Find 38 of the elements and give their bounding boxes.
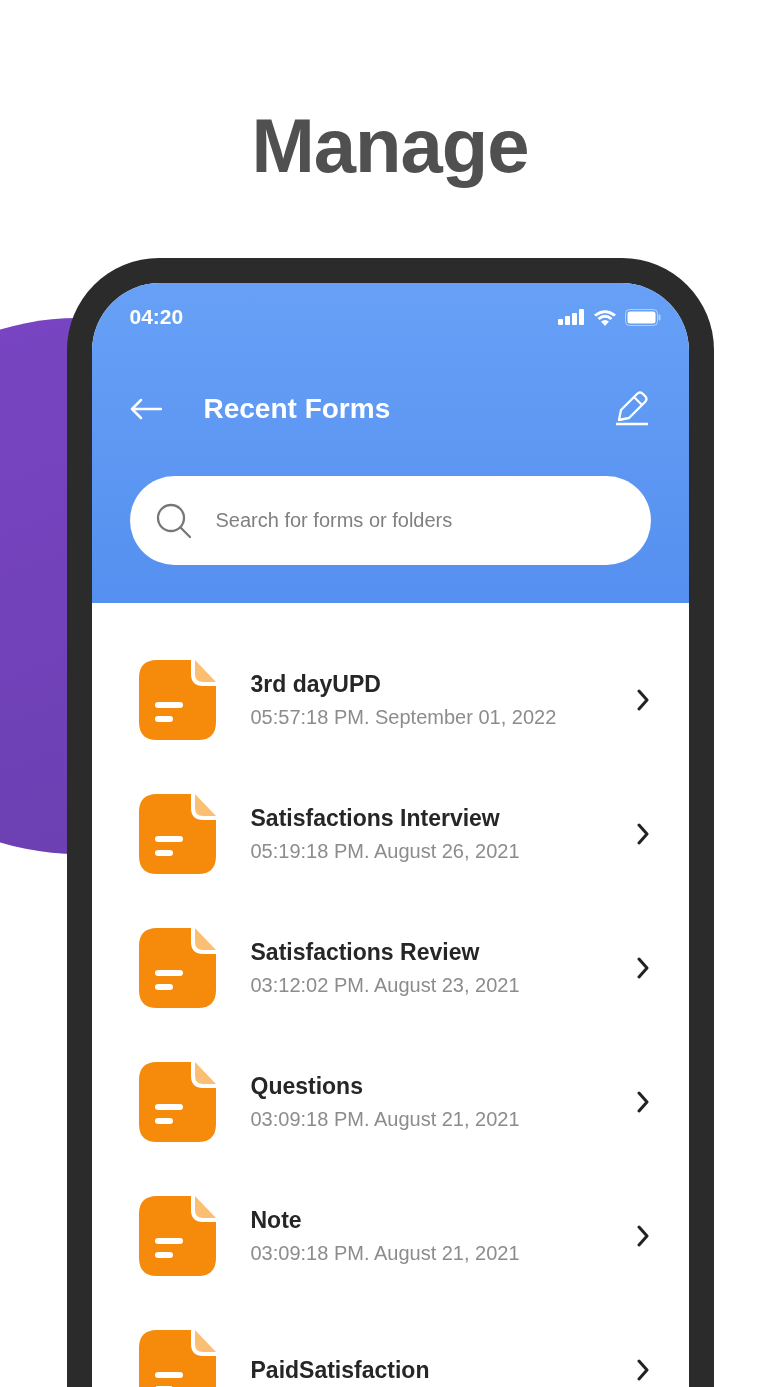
screen-title: Recent Forms [203, 392, 392, 425]
form-list-item[interactable]: Satisfactions Review 03:12:02 PM. August 23, 2021 [138, 901, 649, 1035]
chevron-right-icon [636, 1091, 649, 1113]
signal-icon [557, 309, 585, 325]
search-bar[interactable]: Search for forms or folders [129, 476, 651, 565]
form-title: Satisfactions Interview [250, 805, 501, 832]
wifi-icon [592, 308, 617, 326]
form-date: 03:09:18 PM. August 21, 2021 [250, 1108, 521, 1131]
search-icon [155, 502, 192, 539]
form-list-item[interactable]: Note 03:09:18 PM. August 21, 2021 [138, 1169, 649, 1303]
battery-icon [624, 308, 661, 326]
status-time: 04:20 [129, 305, 184, 329]
form-title: Satisfactions Review [250, 939, 481, 966]
form-list-item[interactable]: 3rd dayUPD 05:57:18 PM. September 01, 2022 [138, 633, 649, 767]
form-list-item[interactable]: Satisfactions Interview 05:19:18 PM. August 26, 2021 [138, 767, 649, 901]
form-title: Note [250, 1207, 303, 1234]
form-date: 05:57:18 PM. September 01, 2022 [250, 706, 558, 729]
search-field[interactable]: Search for forms or folders [213, 508, 625, 533]
chevron-right-icon [636, 1225, 649, 1247]
document-icon [138, 794, 216, 874]
form-title: PaidSatisfaction [250, 1356, 431, 1384]
form-title: Questions [250, 1073, 364, 1100]
chevron-right-icon [636, 823, 649, 845]
form-title: 3rd dayUPD [250, 671, 382, 698]
chevron-right-icon [636, 957, 649, 979]
document-icon [138, 1196, 216, 1276]
document-icon [138, 1062, 216, 1142]
document-icon [138, 928, 216, 1008]
document-icon [138, 660, 216, 740]
chevron-right-icon [636, 1359, 649, 1381]
form-date: 05:19:18 PM. August 26, 2021 [250, 840, 521, 863]
edit-button[interactable] [614, 391, 649, 426]
form-list-item[interactable]: Questions 03:09:18 PM. August 21, 2021 [138, 1035, 649, 1169]
form-date: 03:09:18 PM. August 21, 2021 [250, 1242, 521, 1265]
back-button[interactable] [129, 397, 162, 420]
chevron-right-icon [636, 689, 649, 711]
form-date: 03:12:02 PM. August 23, 2021 [250, 974, 521, 997]
form-list-item[interactable]: PaidSatisfaction [138, 1303, 649, 1387]
